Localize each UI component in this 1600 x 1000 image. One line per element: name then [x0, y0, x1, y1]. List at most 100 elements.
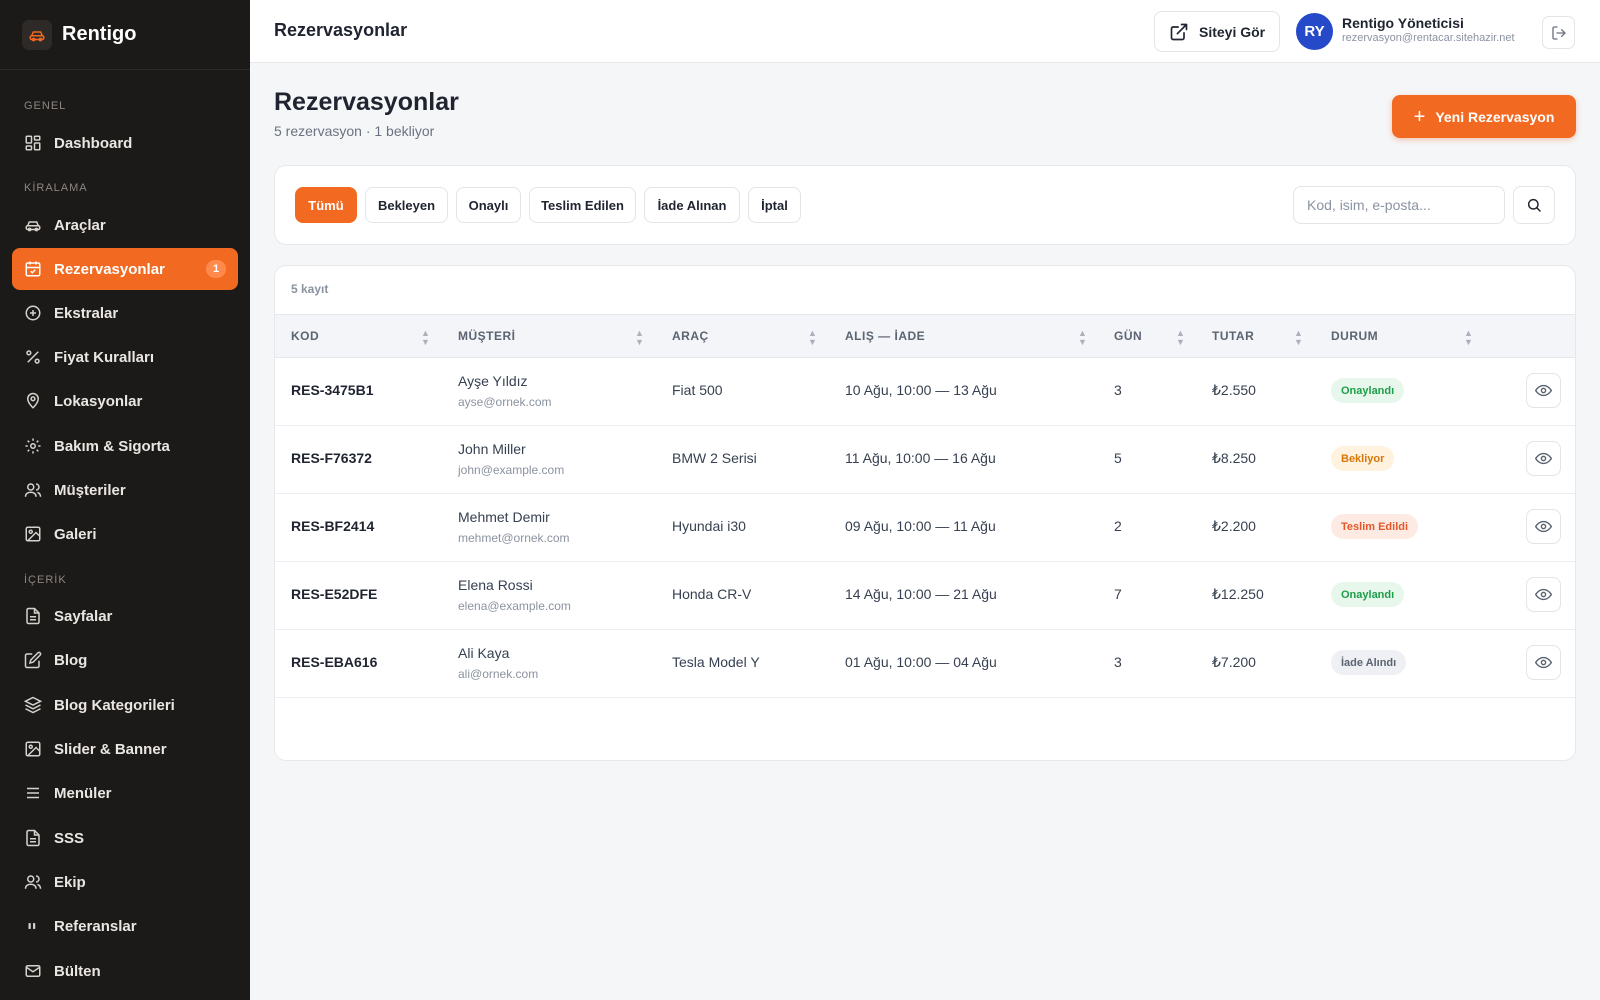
brand[interactable]: Rentigo — [0, 0, 250, 70]
sidebar-item-referanslar[interactable]: Referanslar — [12, 905, 238, 947]
avatar[interactable]: RY — [1296, 13, 1333, 50]
column-header-customer[interactable]: MÜŞTERİ — [458, 329, 516, 343]
sidebar-item-galeri[interactable]: Galeri — [12, 513, 238, 555]
column-header-vehicle[interactable]: ARAÇ — [672, 329, 709, 343]
sidebar-item-blog-kategorileri[interactable]: Blog Kategorileri — [12, 684, 238, 726]
view-reservation-button[interactable] — [1526, 441, 1561, 476]
total-amount: ₺8.250 — [1212, 450, 1256, 466]
reservation-code[interactable]: RES-EBA616 — [291, 654, 377, 670]
table-row[interactable]: RES-E52DFE Elena Rossi elena@example.com… — [275, 562, 1575, 630]
pickup-return-dates: 09 Ağu, 10:00 — 11 Ağu — [845, 518, 996, 534]
table-row[interactable]: RES-BF2414 Mehmet Demir mehmet@ornek.com… — [275, 494, 1575, 562]
menu-icon — [24, 784, 42, 802]
image-icon — [24, 740, 42, 758]
customer-email: john@example.com — [458, 463, 565, 477]
customer-name: John Miller — [458, 441, 526, 457]
reservation-code[interactable]: RES-F76372 — [291, 450, 372, 466]
sidebar-item-dashboard[interactable]: Dashboard — [12, 122, 238, 164]
plus-circle-icon — [24, 304, 42, 322]
vehicle-name: Tesla Model Y — [672, 654, 760, 670]
sidebar-item-label: Dashboard — [54, 134, 133, 152]
table-row[interactable]: RES-3475B1 Ayşe Yıldız ayse@ornek.com Fi… — [275, 358, 1575, 426]
view-reservation-button[interactable] — [1526, 373, 1561, 408]
filter-chip-all[interactable]: Tümü — [295, 187, 357, 223]
sidebar-item-rezervasyonlar[interactable]: Rezervasyonlar 1 — [12, 248, 238, 290]
sidebar-item-sss[interactable]: SSS — [12, 817, 238, 859]
car-icon — [24, 216, 42, 234]
sidebar-item-label: SSS — [54, 829, 85, 847]
column-header-status[interactable]: DURUM — [1331, 329, 1378, 343]
filter-chip-delivered[interactable]: Teslim Edilen — [529, 187, 636, 223]
sidebar-item-araclar[interactable]: Araçlar — [12, 204, 238, 246]
sidebar-item-bulten[interactable]: Bülten — [12, 950, 238, 992]
sidebar-item-label: Fiyat Kuralları — [54, 348, 155, 366]
customer-name: Mehmet Demir — [458, 509, 550, 525]
customer-email: mehmet@ornek.com — [458, 531, 570, 545]
vehicle-name: Fiat 500 — [672, 382, 723, 398]
sort-icon[interactable]: ▲ ▼ — [1464, 329, 1473, 347]
table-row[interactable]: RES-F76372 John Miller john@example.com … — [275, 426, 1575, 494]
reservation-code[interactable]: RES-BF2414 — [291, 518, 374, 534]
column-header-dates[interactable]: ALIŞ — İADE — [845, 329, 925, 343]
logout-button[interactable] — [1542, 16, 1575, 49]
sort-icon[interactable]: ▲ ▼ — [635, 329, 644, 347]
sidebar-item-blog[interactable]: Blog — [12, 639, 238, 681]
sort-icon[interactable]: ▲ ▼ — [421, 329, 430, 347]
sidebar-item-ekip[interactable]: Ekip — [12, 861, 238, 903]
customer-name: Ali Kaya — [458, 645, 510, 661]
sidebar-item-sayfalar[interactable]: Sayfalar — [12, 595, 238, 637]
rental-days: 2 — [1114, 518, 1122, 534]
table-row[interactable]: RES-EBA616 Ali Kaya ali@ornek.com Tesla … — [275, 630, 1575, 698]
rental-days: 3 — [1114, 382, 1122, 398]
total-amount: ₺2.550 — [1212, 382, 1256, 398]
sidebar-item-fiyat-kurallari[interactable]: Fiyat Kuralları — [12, 336, 238, 378]
view-site-button[interactable]: Siteyi Gör — [1154, 11, 1280, 52]
view-reservation-button[interactable] — [1526, 645, 1561, 680]
sidebar-item-bakim-sigorta[interactable]: Bakım & Sigorta — [12, 425, 238, 467]
filter-chip-cancelled[interactable]: İptal — [748, 187, 801, 223]
new-reservation-button[interactable]: + Yeni Rezervasyon — [1392, 95, 1576, 138]
total-amount: ₺7.200 — [1212, 654, 1256, 670]
column-header-amount[interactable]: TUTAR — [1212, 329, 1254, 343]
sidebar-item-label: Slider & Banner — [54, 740, 167, 758]
view-reservation-button[interactable] — [1526, 509, 1561, 544]
sidebar-item-label: Galeri — [54, 525, 97, 543]
column-header-days[interactable]: GÜN — [1114, 329, 1142, 343]
page-subtitle: 5 rezervasyon · 1 bekliyor — [274, 123, 435, 139]
filter-chip-pending[interactable]: Bekleyen — [365, 187, 448, 223]
eye-icon — [1535, 450, 1552, 467]
reservation-code[interactable]: RES-3475B1 — [291, 382, 374, 398]
total-amount: ₺2.200 — [1212, 518, 1256, 534]
customer-email: ayse@ornek.com — [458, 395, 552, 409]
sidebar-item-label: Referanslar — [54, 917, 137, 935]
vehicle-name: Honda CR-V — [672, 586, 752, 602]
sort-icon[interactable]: ▲ ▼ — [1078, 329, 1087, 347]
search-button[interactable] — [1513, 186, 1555, 224]
view-reservation-button[interactable] — [1526, 577, 1561, 612]
sort-icon[interactable]: ▲ ▼ — [1294, 329, 1303, 347]
filter-chip-returned[interactable]: İade Alınan — [644, 187, 740, 223]
plus-icon: + — [1413, 105, 1426, 128]
sidebar-item-menuler[interactable]: Menüler — [12, 772, 238, 814]
sidebar-item-lokasyonlar[interactable]: Lokasyonlar — [12, 380, 238, 422]
reservation-code[interactable]: RES-E52DFE — [291, 586, 377, 602]
percent-icon — [24, 348, 42, 366]
sidebar-item-ekstralar[interactable]: Ekstralar — [12, 292, 238, 334]
search-input[interactable] — [1293, 186, 1505, 224]
quote-icon — [24, 917, 42, 935]
map-pin-icon — [24, 392, 42, 410]
mail-icon — [24, 962, 42, 980]
sidebar-item-musteriler[interactable]: Müşteriler — [12, 469, 238, 511]
layers-icon — [24, 696, 42, 714]
filter-chip-approved[interactable]: Onaylı — [456, 187, 521, 223]
brand-name: Rentigo — [62, 23, 137, 45]
sidebar-item-label: Rezervasyonlar — [54, 260, 165, 278]
sort-icon[interactable]: ▲ ▼ — [1176, 329, 1185, 347]
file-icon — [24, 607, 42, 625]
column-header-code[interactable]: KOD — [291, 329, 319, 343]
edit-icon — [24, 651, 42, 669]
sidebar-item-slider-banner[interactable]: Slider & Banner — [12, 728, 238, 770]
topbar: Rezervasyonlar Siteyi Gör RY Rentigo Yön… — [250, 0, 1600, 63]
pickup-return-dates: 10 Ağu, 10:00 — 13 Ağu — [845, 382, 997, 398]
sort-icon[interactable]: ▲ ▼ — [808, 329, 817, 347]
